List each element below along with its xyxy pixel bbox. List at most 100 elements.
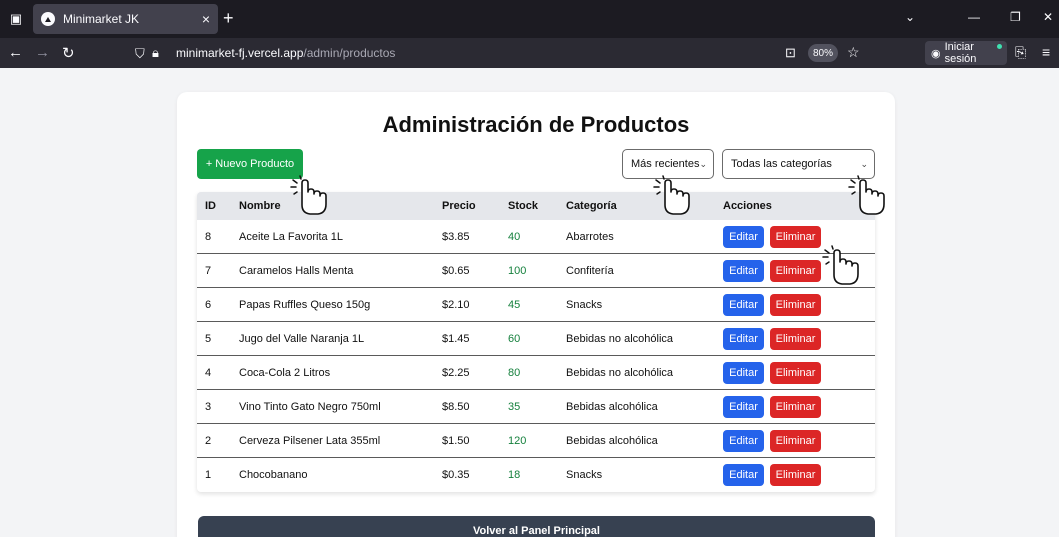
cell-name: Aceite La Favorita 1L xyxy=(239,230,343,243)
back-arrow-icon[interactable]: ← xyxy=(8,44,23,61)
table-row: 1 Chocobanano $0.35 18 Snacks Editar Eli… xyxy=(197,458,875,492)
close-window-icon[interactable]: ✕ xyxy=(1043,10,1053,24)
cell-price: $0.35 xyxy=(442,469,470,481)
header-stock: Stock xyxy=(508,200,538,212)
category-select-value: Todas las categorías xyxy=(731,158,832,170)
chevron-down-icon: ⌄ xyxy=(860,158,868,169)
browser-tab[interactable]: Minimarket JK × xyxy=(33,4,218,34)
url-host: minimarket-fj.vercel.app xyxy=(176,46,304,60)
delete-button[interactable]: Eliminar xyxy=(770,327,821,350)
url-path: /admin/productos xyxy=(303,46,396,60)
new-tab-icon[interactable]: + xyxy=(223,9,234,27)
url-bar[interactable]: minimarket-fj.vercel.app/admin/productos xyxy=(176,41,906,65)
delete-button[interactable]: Eliminar xyxy=(770,429,821,452)
reload-icon[interactable]: ↻ xyxy=(62,44,75,62)
tab-list-icon[interactable]: ▣ xyxy=(5,8,27,30)
edit-button[interactable]: Editar xyxy=(723,293,764,316)
table-row: 5 Jugo del Valle Naranja 1L $1.45 60 Beb… xyxy=(197,322,875,356)
cell-price: $3.85 xyxy=(442,230,470,243)
favicon-icon xyxy=(41,12,55,26)
shield-icon[interactable]: ⛉ xyxy=(135,46,145,62)
table-row: 7 Caramelos Halls Menta $0.65 100 Confit… xyxy=(197,254,875,288)
restore-icon[interactable]: ❐ xyxy=(1010,10,1021,24)
sort-select-value: Más recientes xyxy=(631,158,700,170)
delete-button[interactable]: Eliminar xyxy=(770,259,821,282)
cell-category: Bebidas no alcohólica xyxy=(566,332,674,345)
browser-nav-bar: ← → ↻ ⛉ 🔒︎ minimarket-fj.vercel.app/admi… xyxy=(0,38,1059,68)
cell-id: 7 xyxy=(205,264,212,277)
cell-stock: 100 xyxy=(508,264,527,277)
cell-category: Abarrotes xyxy=(566,230,614,243)
cell-id: 6 xyxy=(205,298,212,311)
table-row: 3 Vino Tinto Gato Negro 750ml $8.50 35 B… xyxy=(197,390,875,424)
back-to-dashboard-button[interactable]: Volver al Panel Principal xyxy=(198,516,875,537)
cell-category: Bebidas alcohólica xyxy=(566,434,658,447)
cell-name: Jugo del Valle Naranja 1L xyxy=(239,332,365,345)
cell-stock: 45 xyxy=(508,298,521,311)
close-tab-icon[interactable]: × xyxy=(202,11,210,27)
delete-button[interactable]: Eliminar xyxy=(770,361,821,384)
signin-label: Iniciar sesión xyxy=(944,41,977,65)
lock-icon[interactable]: 🔒︎ xyxy=(152,45,159,61)
cell-price: $1.50 xyxy=(442,434,470,447)
cell-id: 5 xyxy=(205,332,212,345)
edit-button[interactable]: Editar xyxy=(723,395,764,418)
products-table: ID Nombre Precio Stock Categoría Accione… xyxy=(197,192,875,492)
cell-category: Confitería xyxy=(566,264,614,277)
cell-category: Bebidas no alcohólica xyxy=(566,366,674,379)
cell-stock: 60 xyxy=(508,332,521,345)
edit-button[interactable]: Editar xyxy=(723,327,764,350)
chevron-down-icon[interactable]: ⌄ xyxy=(905,10,915,24)
delete-button[interactable]: Eliminar xyxy=(770,293,821,316)
signin-button[interactable]: ◉ Iniciar sesión xyxy=(925,41,1007,65)
table-header: ID Nombre Precio Stock Categoría Accione… xyxy=(197,192,875,220)
admin-card: Administración de Productos + Nuevo Prod… xyxy=(177,92,895,537)
cell-name: Chocobanano xyxy=(239,469,308,481)
bookmark-star-icon[interactable]: ☆ xyxy=(847,44,860,61)
page-title: Administración de Productos xyxy=(382,112,690,137)
edit-button[interactable]: Editar xyxy=(723,429,764,452)
sort-select[interactable]: Más recientes ⌄ xyxy=(622,149,714,179)
edit-button[interactable]: Editar xyxy=(723,259,764,282)
cell-id: 8 xyxy=(205,230,212,243)
cell-category: Bebidas alcohólica xyxy=(566,400,658,413)
header-actions: Acciones xyxy=(723,200,772,212)
cell-name: Coca-Cola 2 Litros xyxy=(239,366,331,379)
delete-button[interactable]: Eliminar xyxy=(770,225,821,248)
edit-button[interactable]: Editar xyxy=(723,225,764,248)
edit-button[interactable]: Editar xyxy=(723,464,764,486)
cell-price: $1.45 xyxy=(442,332,470,345)
cell-stock: 18 xyxy=(508,469,521,481)
cell-id: 3 xyxy=(205,400,212,413)
cell-id: 2 xyxy=(205,434,212,447)
cell-category: Snacks xyxy=(566,469,603,481)
delete-button[interactable]: Eliminar xyxy=(770,395,821,418)
header-category: Categoría xyxy=(566,200,617,212)
edit-button[interactable]: Editar xyxy=(723,361,764,384)
new-product-button[interactable]: + Nuevo Producto xyxy=(197,149,303,179)
cell-name: Papas Ruffles Queso 150g xyxy=(239,298,371,311)
zoom-badge[interactable]: 80% xyxy=(808,44,838,62)
cell-stock: 40 xyxy=(508,230,521,243)
delete-button[interactable]: Eliminar xyxy=(770,464,821,486)
menu-icon[interactable]: ≡ xyxy=(1042,44,1050,60)
cell-name: Caramelos Halls Menta xyxy=(239,264,354,277)
save-page-icon[interactable]: ⊡ xyxy=(785,45,796,61)
category-select[interactable]: Todas las categorías ⌄ xyxy=(722,149,875,179)
cell-stock: 35 xyxy=(508,400,521,413)
tab-title: Minimarket JK xyxy=(63,12,140,26)
notification-dot xyxy=(997,44,1002,49)
forward-arrow-icon[interactable]: → xyxy=(35,44,50,61)
cell-price: $0.65 xyxy=(442,264,470,277)
minimize-icon[interactable]: — xyxy=(968,10,980,24)
header-id: ID xyxy=(205,200,216,212)
cell-price: $2.10 xyxy=(442,298,470,311)
cell-id: 1 xyxy=(205,469,212,481)
cell-name: Cerveza Pilsener Lata 355ml xyxy=(239,434,381,447)
table-row: 4 Coca-Cola 2 Litros $2.25 80 Bebidas no… xyxy=(197,356,875,390)
cell-price: $8.50 xyxy=(442,400,470,413)
cell-category: Snacks xyxy=(566,298,603,311)
account-icon: ◉ xyxy=(931,47,941,60)
cell-id: 4 xyxy=(205,366,212,379)
extensions-icon[interactable]: ⎘ xyxy=(1015,44,1026,61)
